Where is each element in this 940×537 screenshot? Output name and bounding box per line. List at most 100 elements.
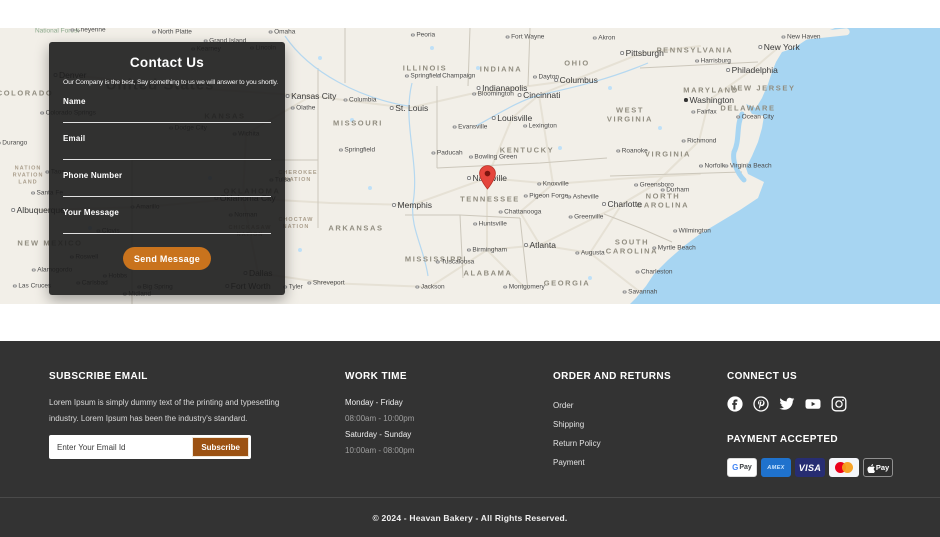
map-city-label: Huntsville [473,221,507,228]
map-city-label: Harrisburg [695,58,731,65]
map-city-label: Norfolk [699,163,725,170]
map-city-label: Louisville [492,113,532,123]
map-city-label: Columbia [344,97,377,104]
subscribe-text: Lorem Ipsum is simply dummy text of the … [49,395,301,427]
map-city-label: Charleston [636,269,673,276]
city-dot [602,202,606,206]
city-dot [31,191,35,195]
work-time-line: 10:00am - 08:00pm [345,443,525,459]
contact-email-input[interactable] [63,143,271,160]
map-city-label: North Platte [152,29,192,36]
copyright-bar: © 2024 - Heavan Bakery - All Rights Rese… [0,497,940,537]
map-city-label: Charlotte [602,199,642,209]
map-state-label: VIRGINIA [645,149,691,158]
map-city-label: Myrtle Beach [652,245,695,252]
contact-your-message-input[interactable] [63,217,271,234]
city-dot [537,182,541,186]
city-dot [32,268,36,272]
link-shipping[interactable]: Shipping [553,417,584,433]
map-city-label: Augusta [575,250,604,257]
city-dot [307,281,311,285]
link-order[interactable]: Order [553,398,573,414]
google-g-icon: G [732,463,738,472]
contact-phone-number-input[interactable] [63,180,271,197]
map-city-label: Pittsburgh [620,48,664,58]
map-city-label: Omaha [269,29,296,36]
city-dot [634,183,638,187]
order-returns-links: Order Shipping Return Policy Payment [553,395,693,471]
map-city-label: Fairfax [691,109,716,116]
contact-field-name: Name [63,97,271,123]
work-time-line: Monday - Friday [345,395,525,411]
city-dot [726,68,730,72]
city-dot [593,36,597,40]
youtube-icon[interactable] [805,396,821,412]
social-icons-row [727,396,907,412]
city-dot [467,176,471,180]
map-city-label: Peoria [411,32,435,39]
contact-name-label: Name [63,97,271,106]
map-pin[interactable] [478,164,497,191]
map-city-label: Akron [593,35,615,42]
instagram-icon[interactable] [831,396,847,412]
contact-subtitle: Our Company is the best, Say something t… [63,79,271,86]
map-city-label: Bloomington [472,91,514,98]
map-city-label: Bowling Green [469,154,517,161]
map-city-label: Evansville [453,124,488,131]
copyright: © 2024 - Heavan Bakery - All Rights Rese… [373,513,568,523]
city-dot [575,251,579,255]
contact-field-phone-number: Phone Number [63,171,271,197]
subscribe-form: Subscribe [49,435,251,459]
city-dot [405,74,409,78]
city-dot [431,151,435,155]
city-dot [467,248,471,252]
send-message-button[interactable]: Send Message [123,247,211,270]
city-dot [453,125,457,129]
mastercard-orange-circle [842,462,853,473]
contact-name-input[interactable] [63,106,271,123]
contact-title: Contact Us [63,55,271,70]
connect-section: CONNECT US PAYMENT ACCEPTED GPayAMEXVISA… [727,371,907,477]
map-city-label: Asheville [567,194,599,201]
connect-heading: CONNECT US [727,371,907,382]
city-dot [623,290,627,294]
pinterest-icon[interactable] [753,396,769,412]
order-returns-item: Return Policy [553,433,693,452]
contact-field-email: Email [63,134,271,160]
order-returns-item: Shipping [553,414,693,433]
city-dot [569,215,573,219]
subscribe-heading: SUBSCRIBE EMAIL [49,371,309,382]
map-city-label: St. Louis [390,103,429,113]
city-dot [436,260,440,264]
mastercard-badge [829,458,859,477]
map-state-label: COLORADO [0,88,53,97]
map-city-label: New Haven [781,34,820,41]
city-dot [286,94,290,98]
subscribe-section: SUBSCRIBE EMAIL Lorem Ipsum is simply du… [49,371,309,459]
city-dot [291,106,295,110]
order-returns-item: Payment [553,452,693,471]
subscribe-button[interactable]: Subscribe [192,437,249,457]
map-city-label: Philadelphia [726,65,778,75]
city-dot [344,98,348,102]
map-city-label: Champaign [437,73,476,80]
map-city-label: Virginia Beach [724,163,771,170]
map-city-label: Savannah [623,289,658,296]
city-dot [269,30,273,34]
link-return-policy[interactable]: Return Policy [553,436,601,452]
map-city-label: Springfield [339,147,375,154]
city-dot [661,188,665,192]
map-city-label: Pigeon Forge [524,193,569,200]
city-dot [469,155,473,159]
map-city-label: Las Cruces [13,283,51,290]
link-payment[interactable]: Payment [553,455,585,471]
city-dot [506,35,510,39]
map-state-label: SOUTH CAROLINA [606,238,658,257]
map-state-label: NEW JERSEY [730,83,795,92]
twitter-icon[interactable] [779,396,795,412]
facebook-icon[interactable] [727,396,743,412]
city-dot [699,164,703,168]
map[interactable]: PENNSYLVANIAOHIOINDIANAILLINOISMISSOURIK… [0,28,940,304]
contact-form: Contact Us Our Company is the best, Say … [49,42,285,295]
contact-fields: NameEmailPhone NumberYour Message [63,86,271,234]
